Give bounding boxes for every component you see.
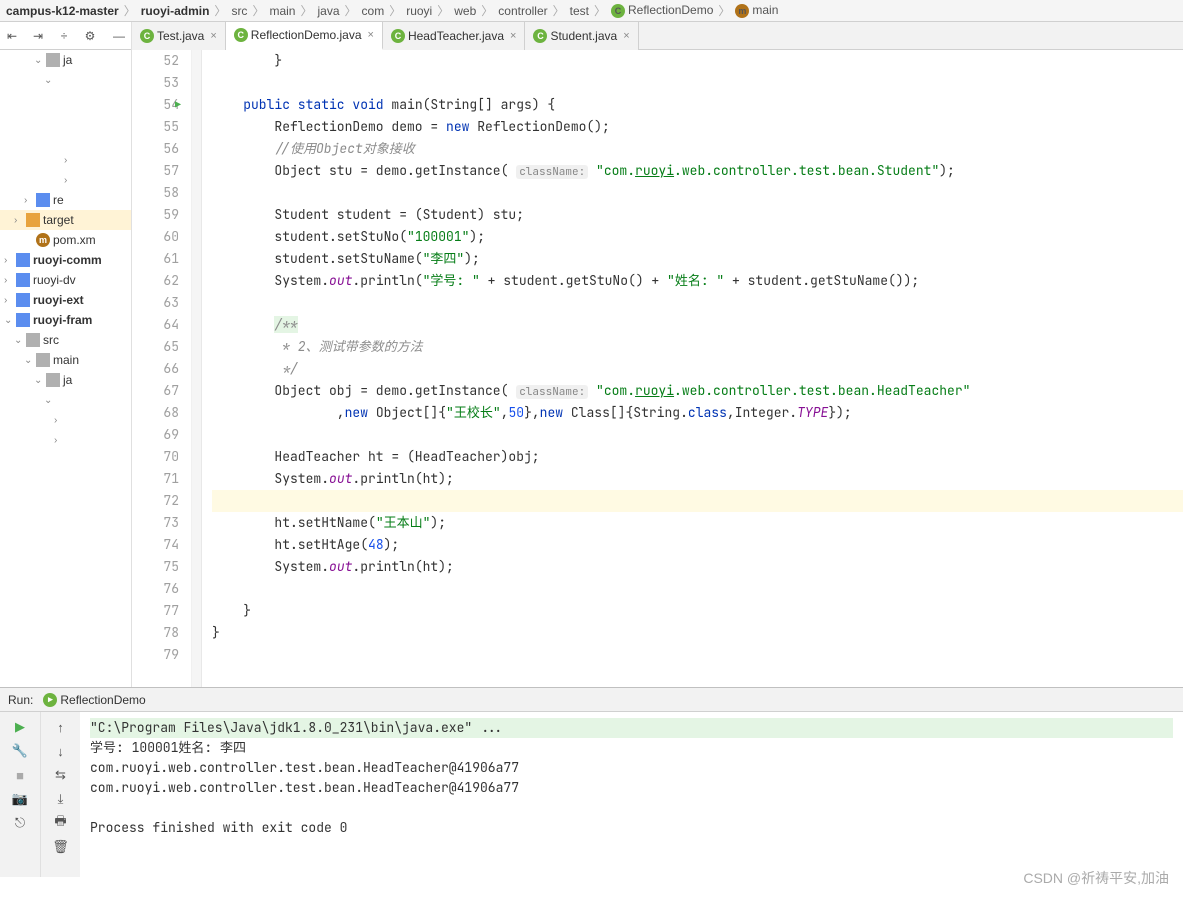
breadcrumb-item[interactable]: test [568, 4, 591, 18]
close-icon[interactable]: × [510, 30, 516, 42]
tree-item[interactable]: ⌄ja [0, 50, 131, 70]
project-tree[interactable]: ⇤ ⇥ ÷ ⚙ — ⌄ja⌄›››re›targetmpom.xm›ruoyi-… [0, 22, 132, 687]
breadcrumb-item[interactable]: mmain [733, 3, 780, 18]
console-line [90, 798, 1173, 818]
tree-item[interactable]: ⌄src [0, 330, 131, 350]
scroll-icon[interactable]: ⤓ [52, 790, 70, 808]
console-line: com.ruoyi.web.controller.test.bean.HeadT… [90, 778, 1173, 798]
tree-item[interactable]: ›re [0, 190, 131, 210]
camera-icon[interactable]: 📷 [11, 790, 29, 808]
editor-tab[interactable]: CStudent.java× [525, 22, 638, 50]
tree-item[interactable] [0, 110, 131, 130]
breadcrumb-item[interactable]: com [360, 4, 387, 18]
editor-area: CTest.java×CReflectionDemo.java×CHeadTea… [132, 22, 1183, 687]
tree-item[interactable]: › [0, 170, 131, 190]
wrap-icon[interactable]: ⇆ [52, 766, 70, 784]
tree-item[interactable] [0, 90, 131, 110]
tree-item[interactable]: ›ruoyi-ext [0, 290, 131, 310]
breadcrumb-item[interactable]: web [452, 4, 478, 18]
print-icon[interactable]: 🖶 [52, 814, 70, 832]
expand-icon[interactable]: ⇤ [4, 28, 20, 44]
breadcrumb[interactable]: campus-k12-master〉ruoyi-admin〉src〉main〉j… [0, 0, 1183, 22]
exit-icon[interactable]: ⎋ [11, 814, 29, 832]
tree-item[interactable]: ›target [0, 210, 131, 230]
tab-label: Test.java [157, 29, 204, 43]
tree-item[interactable]: ⌄ [0, 390, 131, 410]
console-line: Process finished with exit code 0 [90, 818, 1173, 838]
tree-item[interactable]: ⌄ruoyi-fram [0, 310, 131, 330]
run-header[interactable]: Run: ▸ ReflectionDemo [0, 688, 1183, 712]
tree-item[interactable]: mpom.xm [0, 230, 131, 250]
hide-icon[interactable]: — [111, 28, 127, 44]
tree-item[interactable]: › [0, 150, 131, 170]
rerun-icon[interactable]: ▶ [11, 718, 29, 736]
editor-tab[interactable]: CTest.java× [132, 22, 226, 50]
console-line: "C:\Program Files\Java\jdk1.8.0_231\bin\… [90, 718, 1173, 738]
tree-item[interactable]: ⌄ [0, 70, 131, 90]
run-config-name[interactable]: ReflectionDemo [60, 693, 145, 707]
breadcrumb-item[interactable]: controller [496, 4, 549, 18]
editor-tab[interactable]: CHeadTeacher.java× [383, 22, 526, 50]
watermark: CSDN @祈祷平安,加油 [1023, 868, 1169, 888]
console-line: com.ruoyi.web.controller.test.bean.HeadT… [90, 758, 1173, 778]
breadcrumb-item[interactable]: campus-k12-master [4, 4, 121, 18]
tree-item[interactable]: ⌄ja [0, 370, 131, 390]
run-toolbar-left: ▶ 🔧 ■ 📷 ⎋ [0, 712, 40, 877]
main-area: ⇤ ⇥ ÷ ⚙ — ⌄ja⌄›››re›targetmpom.xm›ruoyi-… [0, 22, 1183, 687]
close-icon[interactable]: × [368, 29, 374, 41]
code-editor[interactable]: 525354▶555657585960616263646566676869707… [132, 50, 1183, 687]
breadcrumb-item[interactable]: java [315, 4, 341, 18]
breadcrumb-item[interactable]: ruoyi-admin [139, 4, 212, 18]
up-icon[interactable]: ↑ [52, 718, 70, 736]
run-config-icon: ▸ [43, 693, 57, 707]
run-toolbar-right: ↑ ↓ ⇆ ⤓ 🖶 🗑 [40, 712, 80, 877]
run-label: Run: [8, 693, 33, 707]
sidebar-toolbar: ⇤ ⇥ ÷ ⚙ — [0, 22, 131, 50]
tree-item[interactable]: ›ruoyi-dv [0, 270, 131, 290]
fold-bar[interactable] [192, 50, 202, 687]
run-panel: Run: ▸ ReflectionDemo ▶ 🔧 ■ 📷 ⎋ ↑ ↓ ⇆ ⤓ … [0, 687, 1183, 877]
editor-tabs[interactable]: CTest.java×CReflectionDemo.java×CHeadTea… [132, 22, 1183, 50]
tree-item[interactable]: › [0, 410, 131, 430]
code-content[interactable]: } public static void main(String[] args)… [202, 50, 1183, 687]
tree-item[interactable]: ⌄main [0, 350, 131, 370]
stop-icon[interactable]: ■ [11, 766, 29, 784]
divide-icon[interactable]: ÷ [56, 28, 72, 44]
console-output[interactable]: "C:\Program Files\Java\jdk1.8.0_231\bin\… [80, 712, 1183, 877]
editor-tab[interactable]: CReflectionDemo.java× [226, 22, 383, 50]
tab-label: ReflectionDemo.java [251, 28, 362, 42]
trash-icon[interactable]: 🗑 [52, 838, 70, 856]
down-icon[interactable]: ↓ [52, 742, 70, 760]
gear-icon[interactable]: ⚙ [82, 28, 98, 44]
close-icon[interactable]: × [623, 30, 629, 42]
breadcrumb-item[interactable]: src [229, 4, 249, 18]
breadcrumb-item[interactable]: CReflectionDemo [609, 3, 715, 18]
close-icon[interactable]: × [210, 30, 216, 42]
tab-label: HeadTeacher.java [408, 29, 504, 43]
tab-label: Student.java [550, 29, 617, 43]
console-line: 学号: 100001姓名: 李四 [90, 738, 1173, 758]
line-gutter: 525354▶555657585960616263646566676869707… [132, 50, 192, 687]
wrench-icon[interactable]: 🔧 [11, 742, 29, 760]
breadcrumb-item[interactable]: main [267, 4, 297, 18]
tree-item[interactable] [0, 130, 131, 150]
collapse-icon[interactable]: ⇥ [30, 28, 46, 44]
breadcrumb-item[interactable]: ruoyi [404, 4, 434, 18]
tree-item[interactable]: ›ruoyi-comm [0, 250, 131, 270]
tree-item[interactable]: › [0, 430, 131, 450]
